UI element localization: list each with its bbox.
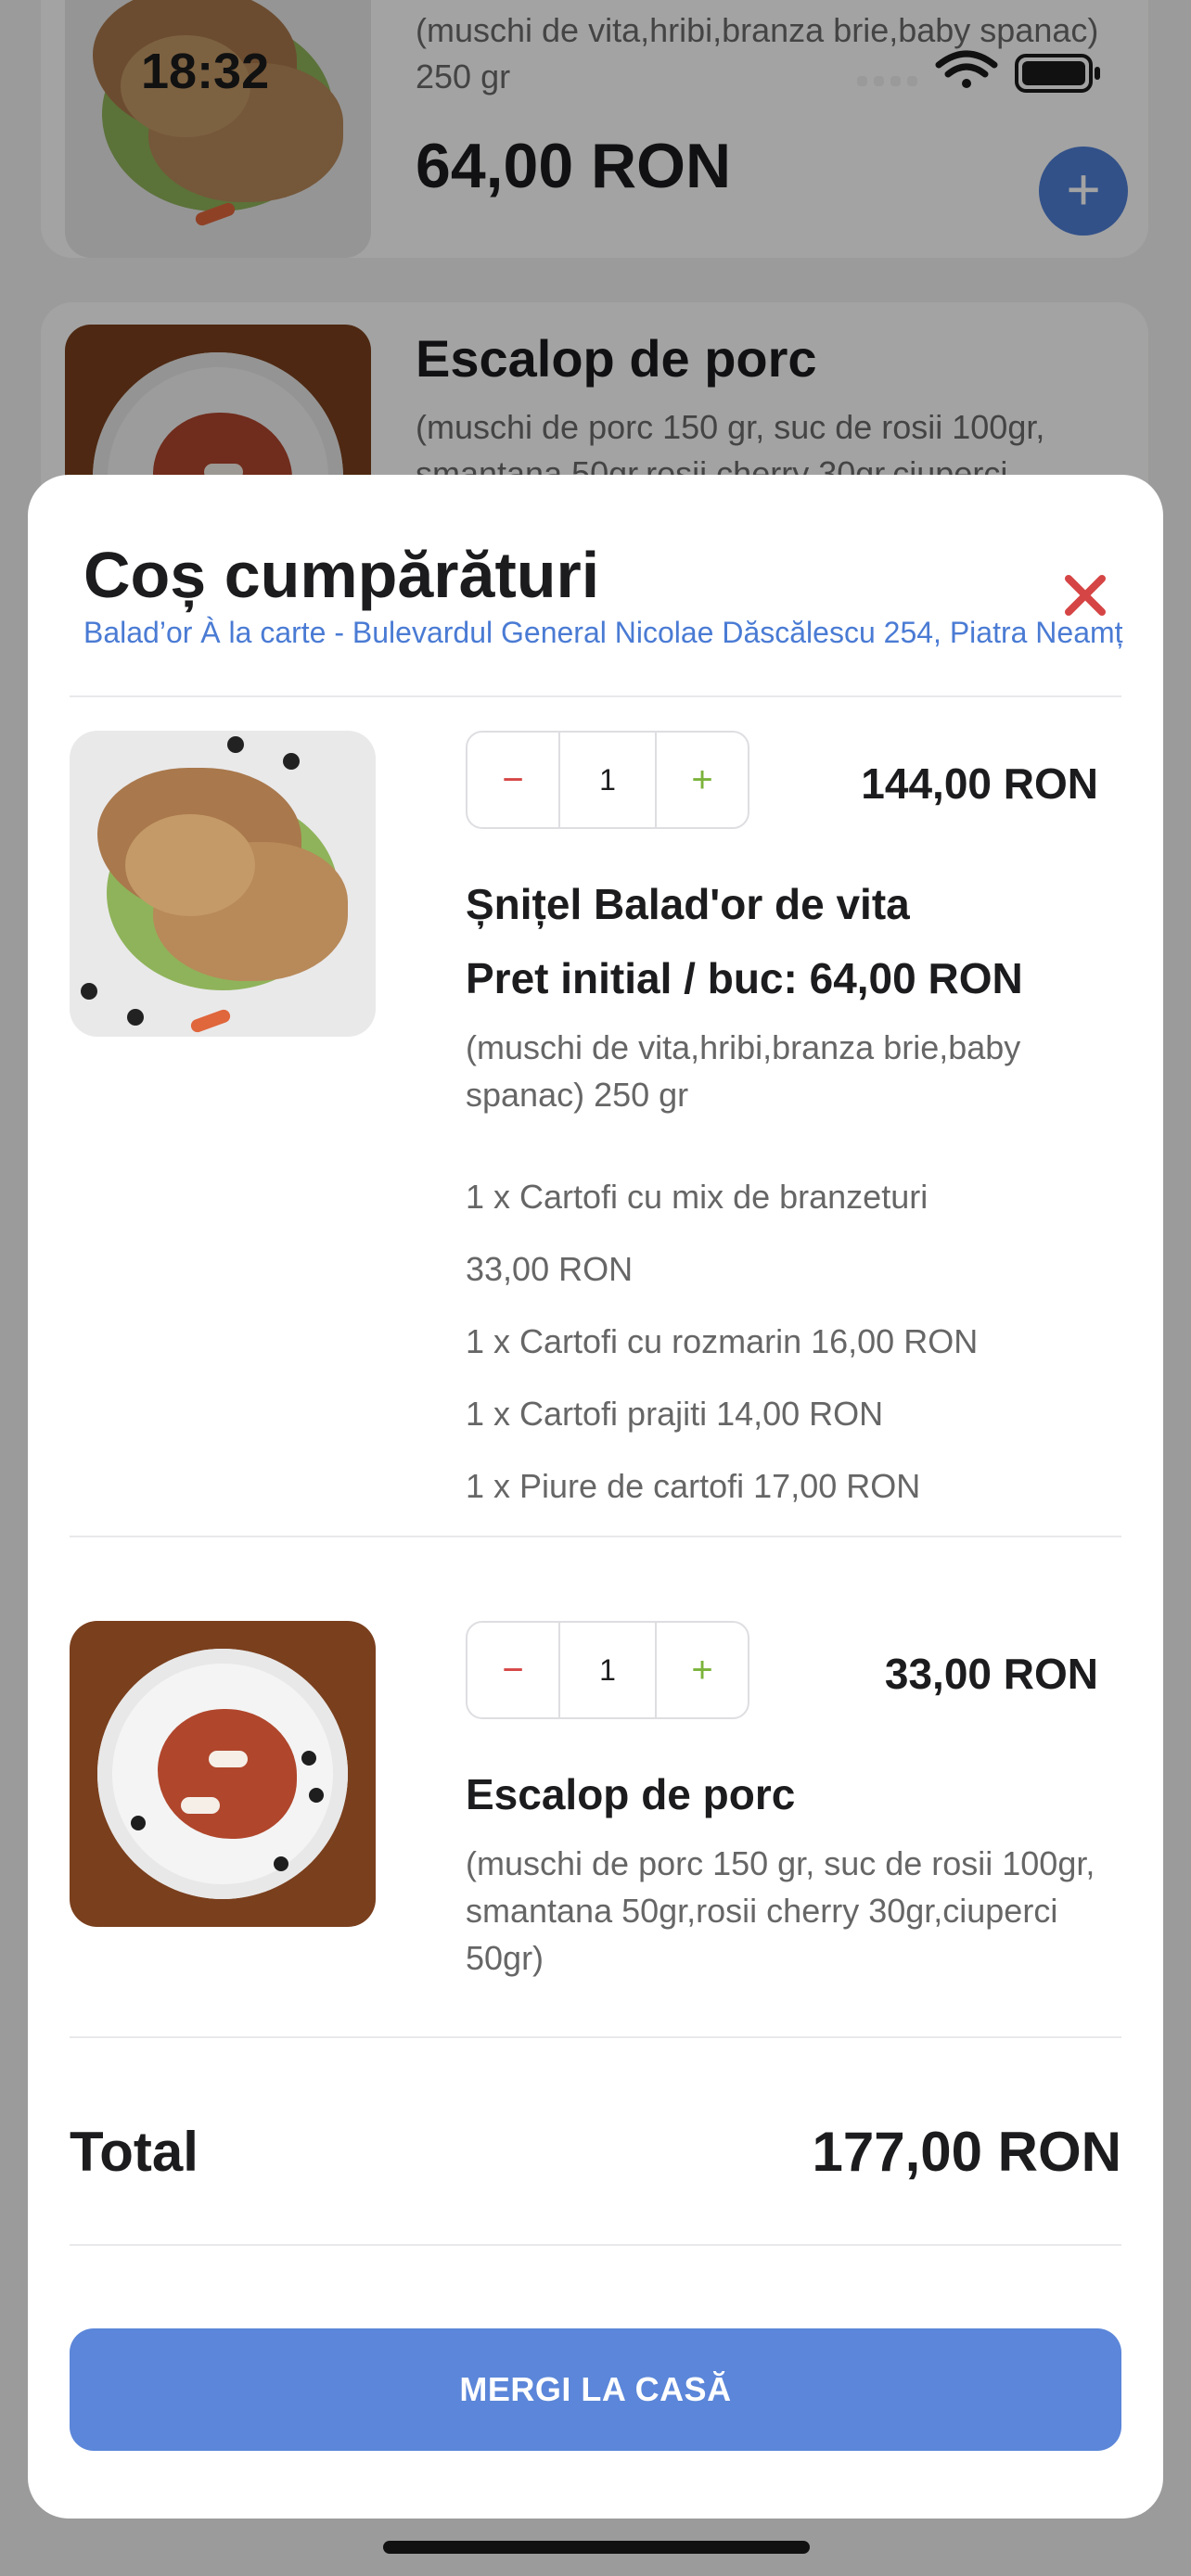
decrease-quantity-button[interactable]: −: [467, 733, 558, 827]
cart-item-extra: 1 x Piure de cartofi 17,00 RON: [466, 1467, 921, 1505]
battery-icon: [1015, 54, 1100, 93]
status-icons: [857, 45, 1108, 100]
cart-item-extra: 1 x Cartofi cu mix de branzeturi: [466, 1178, 928, 1216]
divider: [70, 2036, 1121, 2038]
divider: [70, 1536, 1121, 1537]
cart-title: Coș cumpărături: [83, 539, 600, 611]
increase-quantity-button[interactable]: +: [657, 1623, 748, 1717]
cart-sheet: Coș cumpărături Balad’or À la carte - Bu…: [28, 475, 1163, 2519]
cart-item-line-total: 33,00 RON: [884, 1650, 1098, 1698]
total-label: Total: [70, 2121, 198, 2183]
cart-item-photo: [70, 731, 376, 1037]
cart-item-extra: 33,00 RON: [466, 1250, 634, 1288]
cart-item-name: Escalop de porc: [466, 1770, 796, 1818]
cart-item-initial-price: Pret initial / buc: 64,00 RON: [466, 954, 1023, 1002]
increase-quantity-button[interactable]: +: [657, 733, 748, 827]
divider: [70, 2244, 1121, 2246]
cart-item-description: (muschi de vita,hribi,branza brie,baby s…: [466, 1028, 1021, 1114]
cart-item-line-total: 144,00 RON: [861, 759, 1098, 808]
cart-item-description: (muschi de porc 150 gr, suc de rosii 100…: [466, 1844, 1095, 1977]
divider: [70, 695, 1121, 697]
quantity-stepper: − 1 +: [466, 1621, 749, 1719]
cart-item-photo: [70, 1621, 376, 1927]
cart-item-extra: 1 x Cartofi cu rozmarin 16,00 RON: [466, 1322, 979, 1360]
cart-item-name: Șnițel Balad'or de vita: [466, 880, 910, 928]
wifi-icon: [935, 50, 998, 88]
home-indicator[interactable]: [383, 2541, 810, 2554]
total-value: 177,00 RON: [812, 2121, 1121, 2183]
restaurant-address: Balad’or À la carte - Bulevardul General…: [83, 616, 1123, 649]
cellular-signal-icon: [857, 76, 917, 86]
status-time: 18:32: [141, 44, 270, 99]
quantity-stepper: − 1 +: [466, 731, 749, 829]
decrease-quantity-button[interactable]: −: [467, 1623, 558, 1717]
quantity-value: 1: [558, 733, 657, 827]
close-icon[interactable]: [1061, 571, 1109, 619]
cart-item-extra: 1 x Cartofi prajiti 14,00 RON: [466, 1395, 884, 1433]
checkout-button[interactable]: MERGI LA CASĂ: [70, 2328, 1121, 2451]
quantity-value: 1: [558, 1623, 657, 1717]
